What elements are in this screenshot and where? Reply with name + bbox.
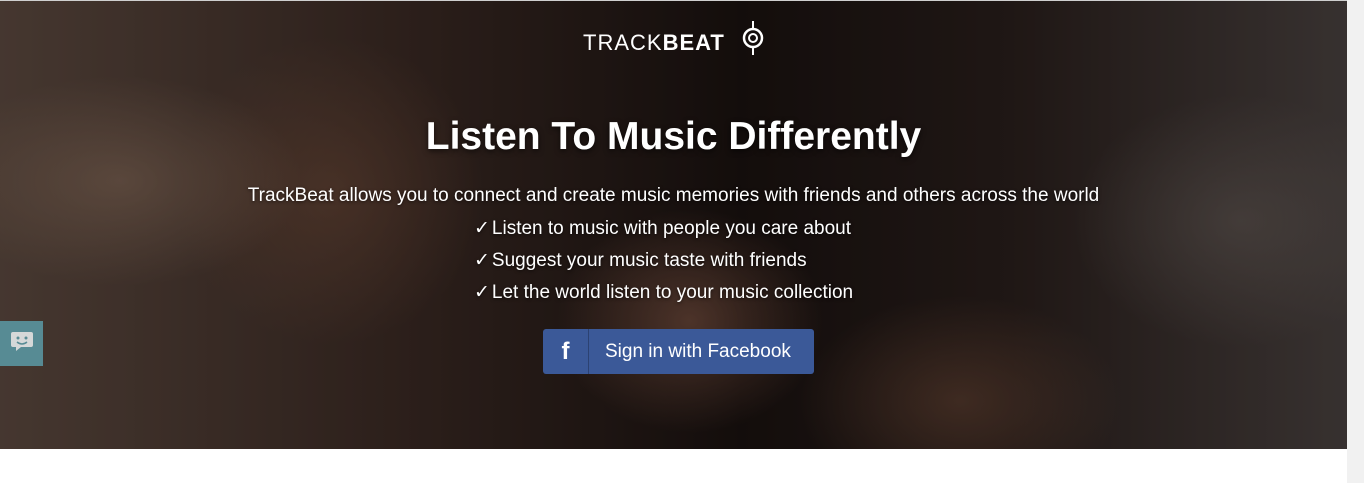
feature-text: Listen to music with people you care abo… — [491, 218, 852, 239]
facebook-signin-label: Sign in with Facebook — [605, 340, 791, 362]
feature-list: ✓ Listen to music with people you care ab… — [474, 217, 853, 313]
check-icon: ✓ — [474, 250, 490, 271]
chat-bubble-icon — [10, 329, 34, 358]
hero-banner: TRACKBEAT Listen To Music Differently Tr… — [0, 0, 1347, 449]
facebook-icon: f — [543, 329, 589, 374]
list-item: ✓ Listen to music with people you care ab… — [474, 217, 853, 249]
page-scrollbar[interactable] — [1347, 0, 1364, 483]
hero-headline: Listen To Music Differently — [425, 115, 922, 158]
facebook-signin-button[interactable]: f Sign in with Facebook — [543, 329, 814, 374]
list-item: ✓ Suggest your music taste with friends — [474, 249, 853, 281]
feature-text: Suggest your music taste with friends — [491, 250, 807, 271]
hero-subtitle: TrackBeat allows you to connect and crea… — [247, 185, 1100, 206]
logo-text-bold: BEAT — [662, 29, 725, 55]
chat-widget-button[interactable] — [0, 321, 43, 366]
logo-text-light: TRACK — [583, 29, 663, 55]
target-logo-icon — [742, 21, 764, 61]
feature-text: Let the world listen to your music colle… — [491, 282, 854, 303]
check-icon: ✓ — [474, 282, 490, 303]
list-item: ✓ Let the world listen to your music coll… — [474, 281, 853, 313]
site-logo[interactable]: TRACKBEAT — [0, 21, 1347, 61]
check-icon: ✓ — [474, 218, 490, 239]
